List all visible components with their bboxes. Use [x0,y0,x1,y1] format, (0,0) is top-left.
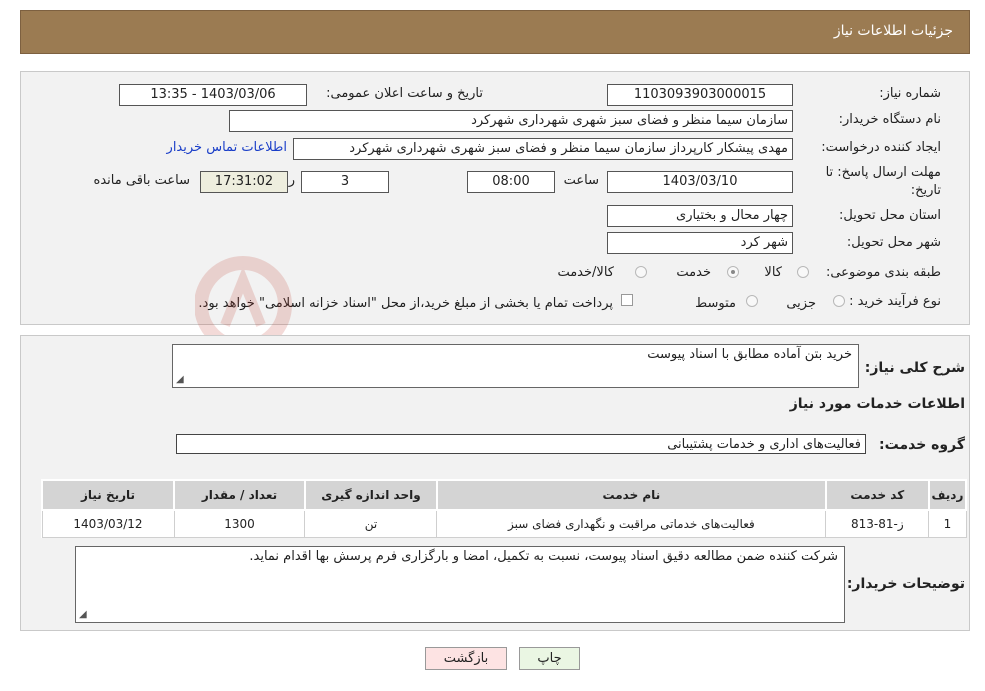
need-details-panel: شرح کلی نیاز: خرید بتن آماده مطابق با اس… [20,335,970,631]
category-option-both-label: کالا/خدمت [557,265,614,280]
category-option-goods-radio[interactable] [797,266,809,278]
col-unit-header: واحد اندازه گیری [303,479,438,511]
city-label: شهر محل تحویل: [846,235,941,250]
process-type-label: نوع فرآیند خرید : [849,294,941,309]
treasury-payment-checkbox[interactable] [621,294,633,306]
buyer-notes-label: توضیحات خریدار: [846,576,965,592]
deadline-date-field: 1403/03/10 [607,171,793,193]
cell-unit: تن [304,509,438,538]
process-option-medium-radio[interactable] [746,295,758,307]
col-date-header: تاریخ نیاز [41,479,175,511]
city-field: شهر کرد [607,232,793,254]
cell-quantity: 1300 [173,509,306,538]
table-header-row: ردیف کد خدمت نام خدمت واحد اندازه گیری ت… [41,479,968,511]
province-field: چهار محال و بختیاری [607,205,793,227]
buyer-org-label: نام دستگاه خریدار: [838,112,941,127]
buyer-notes-text: شرکت کننده ضمن مطالعه دقیق اسناد پیوست، … [249,549,838,564]
category-label: طبقه بندی موضوعی: [825,265,941,280]
col-row-header: ردیف [927,479,968,511]
announce-datetime-field: 1403/03/06 - 13:35 [119,84,307,106]
buyer-notes-textarea[interactable]: شرکت کننده ضمن مطالعه دقیق اسناد پیوست، … [75,546,845,623]
col-qty-header: تعداد / مقدار [173,479,306,511]
remaining-label: ساعت باقی مانده [93,173,190,188]
cell-service-name: فعالیت‌های خدماتی مراقبت و نگهداری فضای … [436,509,827,538]
remaining-time-field: 17:31:02 [200,171,288,193]
cell-row-number: 1 [928,509,967,538]
resize-grip-icon[interactable]: ◢ [176,374,184,385]
category-option-both-radio[interactable] [635,266,647,278]
service-group-label: گروه خدمت: [879,437,965,453]
need-number-field: 1103093903000015 [607,84,793,106]
deadline-time-label: ساعت [563,173,599,188]
back-button[interactable]: بازگشت [425,647,507,670]
cell-service-code: ز-81-813 [825,509,930,538]
print-button[interactable]: چاپ [519,647,580,670]
announce-datetime-label: تاریخ و ساعت اعلان عمومی: [326,86,483,101]
table-row: 1 ز-81-813 فعالیت‌های خدماتی مراقبت و نگ… [41,509,967,538]
services-section-title: اطلاعات خدمات مورد نیاز [789,396,965,412]
resize-grip-icon[interactable]: ◢ [79,609,87,620]
page-title: جزئیات اطلاعات نیاز [833,23,953,39]
deadline-label-line1: مهلت ارسال پاسخ: تا [825,165,941,180]
services-table: ردیف کد خدمت نام خدمت واحد اندازه گیری ت… [41,479,968,538]
creator-label: ایجاد کننده درخواست: [821,140,941,155]
process-option-minor-label: جزیی [786,296,816,311]
process-option-minor-radio[interactable] [833,295,845,307]
days-remaining-field: 3 [301,171,389,193]
col-name-header: نام خدمت [435,479,827,511]
process-option-medium-label: متوسط [695,296,736,311]
page-header: جزئیات اطلاعات نیاز [20,10,970,54]
buyer-org-field: سازمان سیما منظر و فضای سبز شهری شهرداری… [229,110,793,132]
creator-field: مهدی پیشکار کارپرداز سازمان سیما منظر و … [293,138,793,160]
service-group-field: فعالیت‌های اداری و خدمات پشتیبانی [176,434,866,454]
col-code-header: کد خدمت [824,479,930,511]
category-option-service-label: خدمت [676,265,711,280]
need-number-label: شماره نیاز: [879,86,941,101]
contact-buyer-link[interactable]: اطلاعات تماس خریدار [167,140,287,155]
summary-text: خرید بتن آماده مطابق با اسناد پیوست [647,347,852,362]
treasury-payment-note: پرداخت تمام یا بخشی از مبلغ خرید،از محل … [198,296,613,311]
category-option-service-radio[interactable] [727,266,739,278]
cell-need-date: 1403/03/12 [41,509,175,538]
province-label: استان محل تحویل: [839,208,941,223]
request-info-panel: شماره نیاز: 1103093903000015 تاریخ و ساع… [20,71,970,325]
category-option-goods-label: کالا [764,265,782,280]
summary-label: شرح کلی نیاز: [864,360,965,376]
summary-textarea[interactable]: خرید بتن آماده مطابق با اسناد پیوست ◢ [172,344,859,388]
deadline-label-line2: تاریخ: [910,183,941,198]
deadline-time-field: 08:00 [467,171,555,193]
